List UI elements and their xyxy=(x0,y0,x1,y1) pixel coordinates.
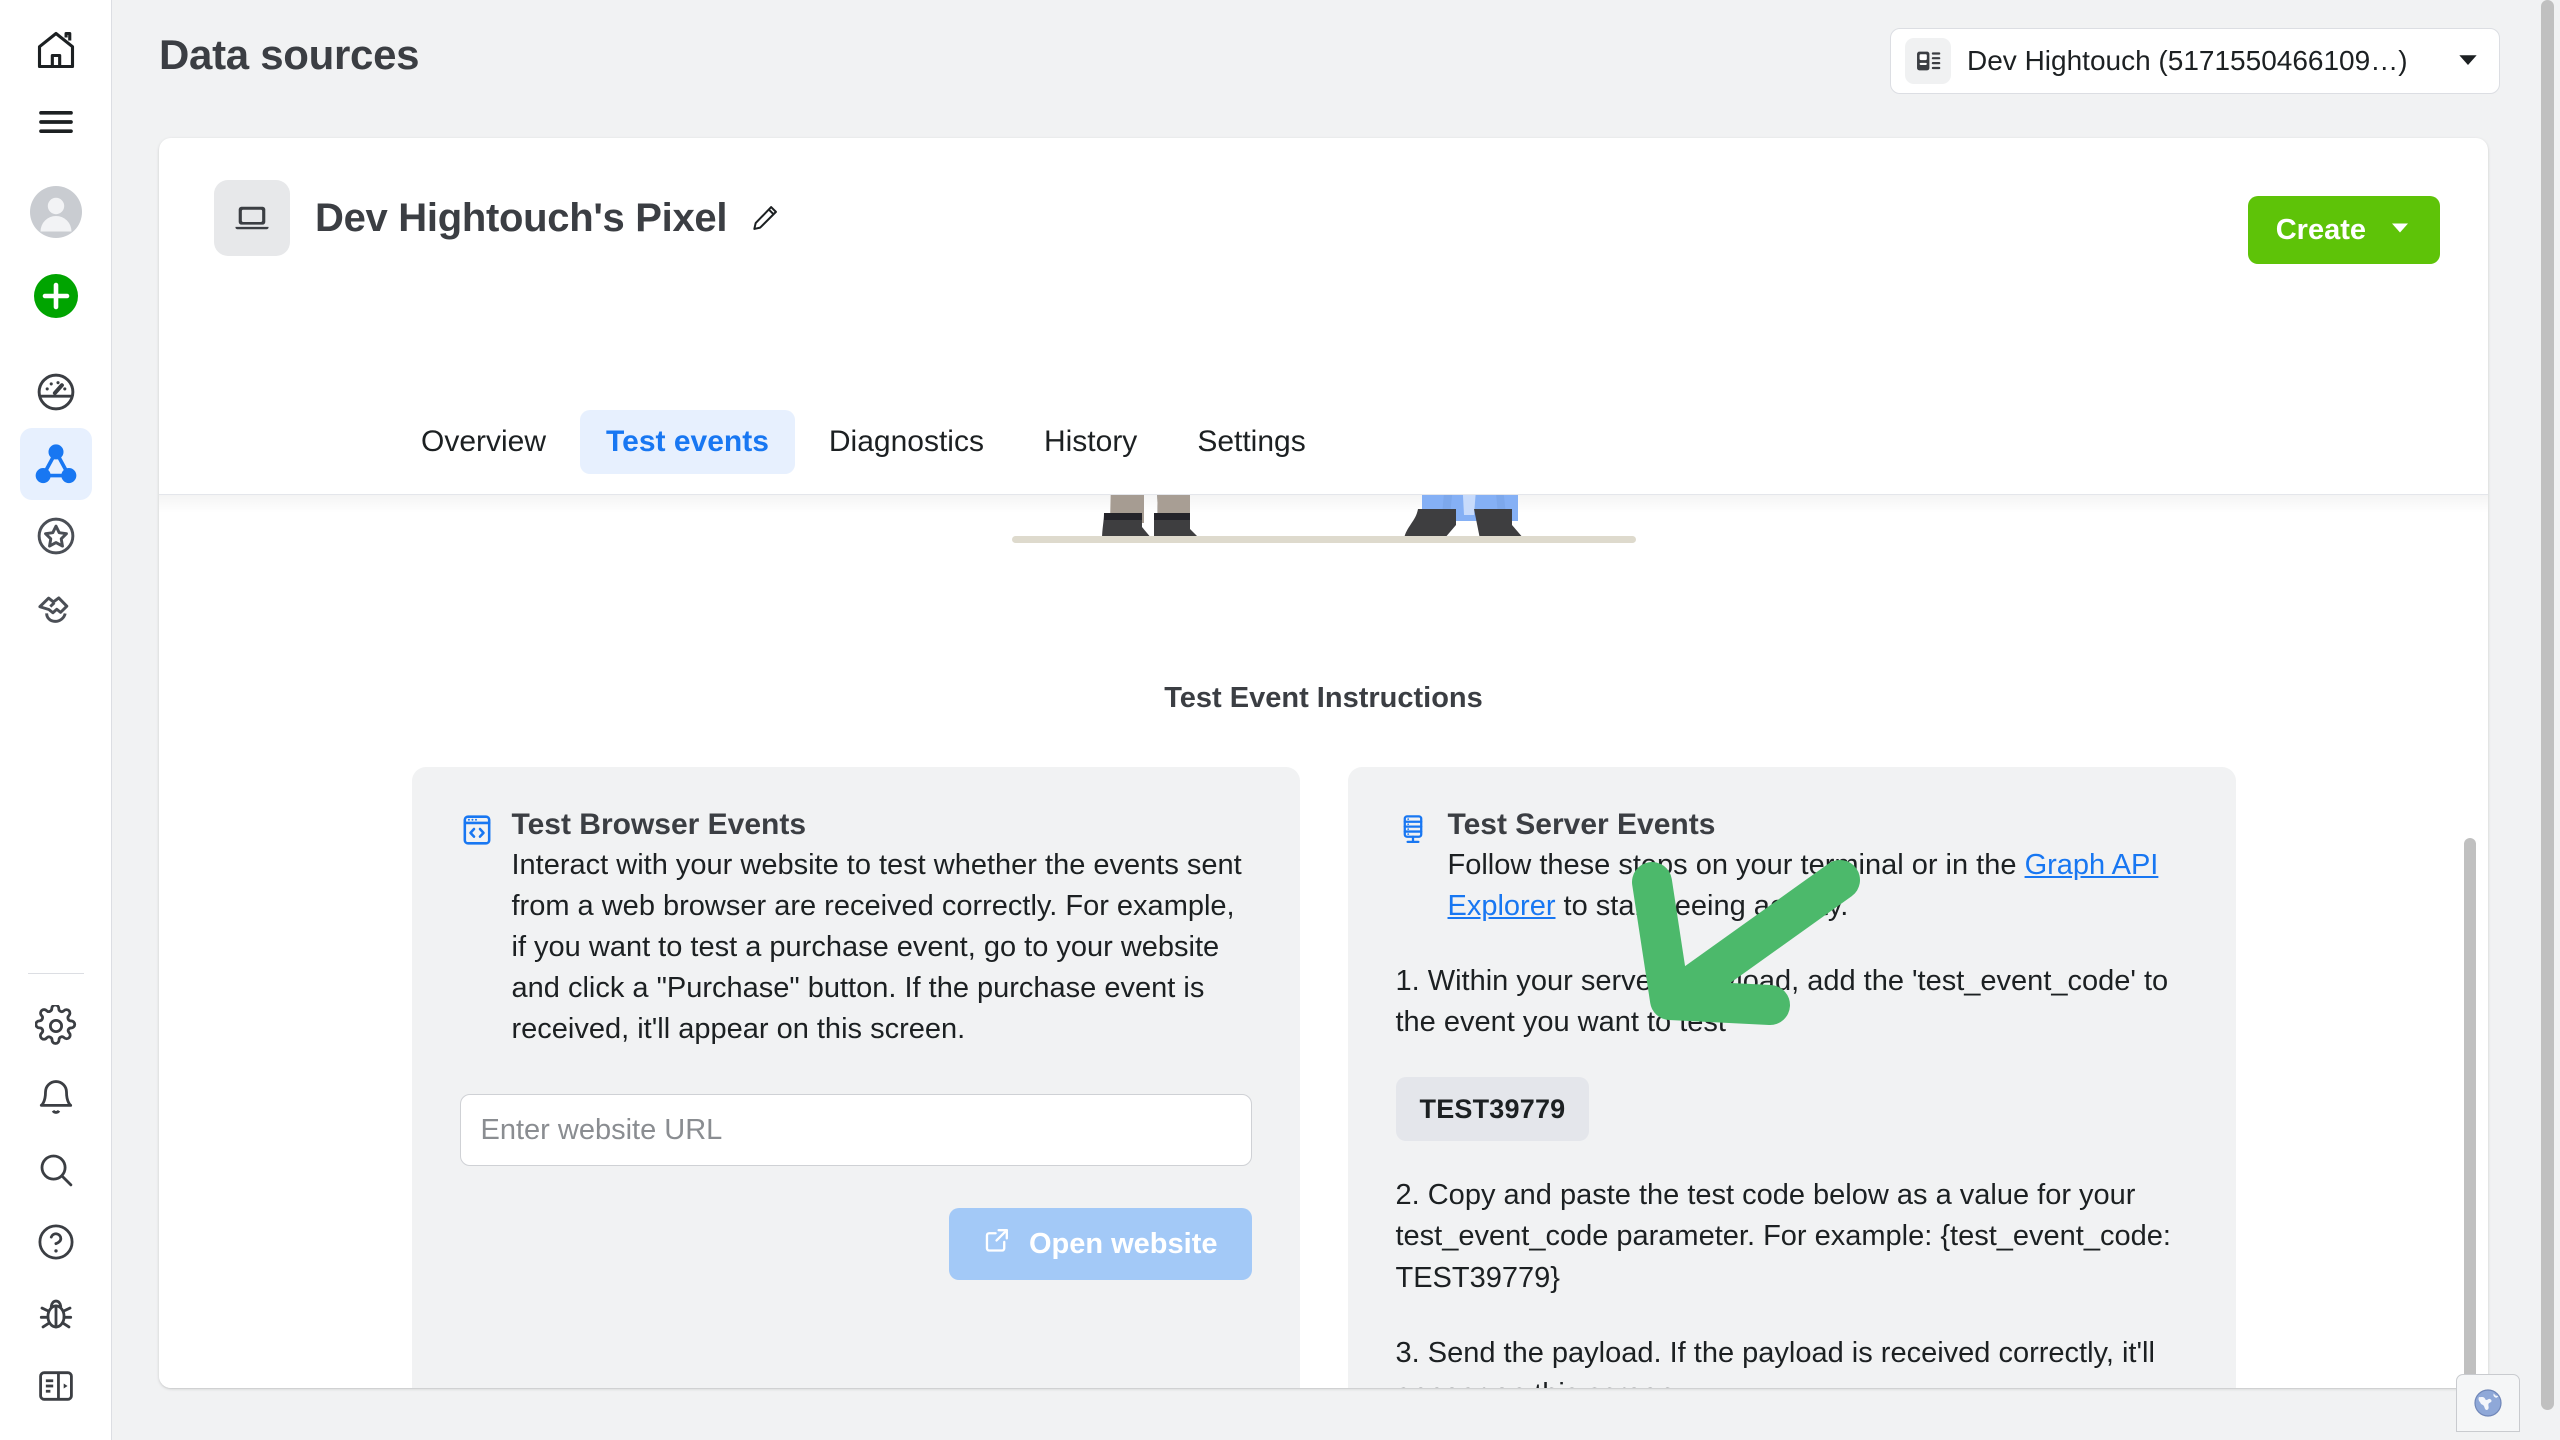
rail-divider xyxy=(28,973,84,974)
test-events-illustration xyxy=(159,495,2488,660)
content-scrollbar[interactable] xyxy=(2464,838,2476,1388)
test-event-code-badge[interactable]: TEST39779 xyxy=(1396,1077,1590,1141)
tab-settings-label: Settings xyxy=(1197,425,1305,459)
server-step-3: 3. Send the payload. If the payload is r… xyxy=(1396,1333,2188,1388)
website-url-input[interactable] xyxy=(460,1094,1252,1166)
tab-diagnostics-label: Diagnostics xyxy=(829,425,984,459)
data-source-card: Dev Hightouch's Pixel Create Overview Te… xyxy=(159,138,2488,1388)
pencil-icon[interactable] xyxy=(745,198,785,238)
page-scrollbar-thumb[interactable] xyxy=(2541,0,2554,1410)
bell-icon[interactable] xyxy=(20,1062,92,1134)
tab-overview-label: Overview xyxy=(421,425,546,459)
data-source-icon xyxy=(1905,38,1951,84)
laptop-icon xyxy=(214,180,290,256)
create-button[interactable]: Create xyxy=(2248,196,2440,264)
page-scrollbar-track[interactable] xyxy=(2534,0,2560,1440)
tab-test-events[interactable]: Test events xyxy=(580,410,795,474)
test-browser-events-body: Interact with your website to test wheth… xyxy=(512,845,1252,1051)
intro-text-before: Follow these steps on your terminal or i… xyxy=(1448,849,2025,881)
external-link-icon xyxy=(983,1226,1011,1262)
globe-icon[interactable] xyxy=(2456,1374,2520,1432)
server-step-2: 2. Copy and paste the test code below as… xyxy=(1396,1175,2188,1299)
test-browser-events-title: Test Browser Events xyxy=(512,809,1252,841)
panel-toggle-icon[interactable] xyxy=(20,1350,92,1422)
server-step-1: 1. Within your server's payload, add the… xyxy=(1396,961,2188,1043)
test-browser-events-card: Test Browser Events Interact with your w… xyxy=(412,767,1300,1388)
star-circle-icon[interactable] xyxy=(20,500,92,572)
source-name: Dev Hightouch's Pixel xyxy=(315,196,727,241)
test-server-events-intro: Follow these steps on your terminal or i… xyxy=(1448,845,2188,927)
open-website-button[interactable]: Open website xyxy=(949,1208,1252,1280)
test-events-content: Test Event Instructions xyxy=(159,495,2488,1388)
tab-overview[interactable]: Overview xyxy=(395,410,572,474)
instructions-heading: Test Event Instructions xyxy=(159,682,2488,715)
home-icon[interactable] xyxy=(20,14,92,86)
chevron-down-icon xyxy=(2388,214,2412,247)
account-selector[interactable]: Dev Hightouch (5171550466109…) xyxy=(1890,28,2500,94)
add-icon[interactable] xyxy=(20,260,92,332)
tab-history-label: History xyxy=(1044,425,1137,459)
intro-text-after: to start seeing activity. xyxy=(1556,890,1849,922)
source-identity: Dev Hightouch's Pixel xyxy=(214,180,785,256)
page-body: Data sources Dev Hightouch (517155046610… xyxy=(112,0,2560,1440)
card-header: Dev Hightouch's Pixel Create Overview Te… xyxy=(159,138,2488,360)
browser-code-icon xyxy=(460,813,494,852)
account-selector-label: Dev Hightouch (5171550466109…) xyxy=(1967,45,2445,77)
chevron-down-icon xyxy=(2455,46,2481,77)
test-server-events-title: Test Server Events xyxy=(1448,809,2188,841)
search-icon[interactable] xyxy=(20,1134,92,1206)
handshake-icon[interactable] xyxy=(20,572,92,644)
page-title: Data sources xyxy=(159,31,419,79)
open-website-button-label: Open website xyxy=(1029,1228,1218,1261)
tab-bar: Overview Test events Diagnostics History… xyxy=(395,410,1332,474)
server-rack-icon xyxy=(1396,813,1430,852)
profile-avatar-icon[interactable] xyxy=(20,176,92,248)
speedometer-icon[interactable] xyxy=(20,356,92,428)
tab-diagnostics[interactable]: Diagnostics xyxy=(803,410,1010,474)
events-manager-icon[interactable] xyxy=(20,428,92,500)
help-circle-icon[interactable] xyxy=(20,1206,92,1278)
instruction-cards-row: Test Browser Events Interact with your w… xyxy=(159,767,2488,1388)
test-server-events-card: Test Server Events Follow these steps on… xyxy=(1348,767,2236,1388)
create-button-label: Create xyxy=(2276,214,2366,247)
tab-settings[interactable]: Settings xyxy=(1171,410,1331,474)
gear-icon[interactable] xyxy=(20,990,92,1062)
left-nav-rail xyxy=(0,0,112,1440)
menu-icon[interactable] xyxy=(20,86,92,158)
tab-test-events-label: Test events xyxy=(606,425,769,459)
bug-icon[interactable] xyxy=(20,1278,92,1350)
tab-history[interactable]: History xyxy=(1018,410,1163,474)
